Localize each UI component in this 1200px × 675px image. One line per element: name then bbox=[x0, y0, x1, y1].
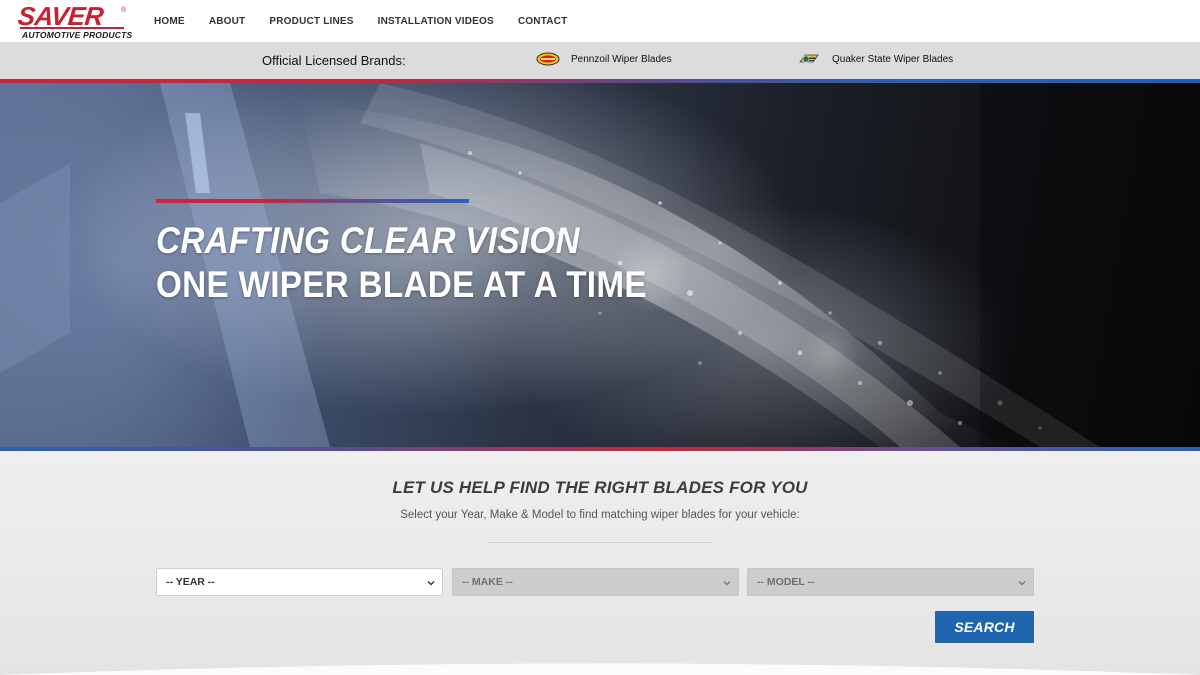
make-select[interactable]: -- MAKE -- bbox=[452, 568, 739, 596]
nav-product-lines[interactable]: PRODUCT LINES bbox=[269, 16, 353, 27]
finder-title: LET US HELP FIND THE RIGHT BLADES FOR YO… bbox=[392, 478, 808, 497]
hero-banner: CRAFTING CLEAR VISION ONE WIPER BLADE AT… bbox=[0, 83, 1200, 447]
nav-about[interactable]: ABOUT bbox=[209, 16, 246, 27]
make-select-value: -- MAKE -- bbox=[462, 576, 513, 588]
quaker-state-logo-icon bbox=[799, 54, 819, 63]
logo-swoosh bbox=[20, 27, 124, 29]
brand-label-quaker-state: Quaker State Wiper Blades bbox=[832, 53, 954, 65]
model-select[interactable]: -- MODEL -- bbox=[747, 568, 1034, 596]
year-select-value: -- YEAR -- bbox=[166, 576, 215, 588]
blade-finder-section: LET US HELP FIND THE RIGHT BLADES FOR YO… bbox=[0, 451, 1200, 675]
logo-wordmark: SAVER bbox=[16, 1, 105, 31]
brand-link-pennzoil[interactable]: Pennzoil Wiper Blades bbox=[536, 52, 672, 66]
licensed-brands-bar: Official Licensed Brands: Pennzoil Wiper… bbox=[0, 42, 1200, 79]
site-header: SAVER ® AUTOMOTIVE PRODUCTS HOME ABOUT P… bbox=[0, 0, 1200, 42]
saver-logo[interactable]: SAVER ® AUTOMOTIVE PRODUCTS bbox=[16, 1, 133, 40]
main-nav: HOME ABOUT PRODUCT LINES INSTALLATION VI… bbox=[142, 0, 579, 42]
pennzoil-logo-icon bbox=[536, 52, 560, 66]
model-select-value: -- MODEL -- bbox=[757, 576, 815, 588]
nav-home[interactable]: HOME bbox=[154, 16, 185, 27]
year-select[interactable]: -- YEAR -- bbox=[156, 568, 443, 596]
brands-title: Official Licensed Brands: bbox=[262, 53, 406, 68]
section-bottom-curve bbox=[0, 663, 1200, 675]
logo-tagline: AUTOMOTIVE PRODUCTS bbox=[22, 30, 133, 40]
chevron-down-icon bbox=[723, 581, 731, 586]
hero-headline-line2: ONE WIPER BLADE AT A TIME bbox=[156, 264, 647, 305]
hero-accent-stripe bbox=[156, 199, 469, 203]
hero-headline-line1: CRAFTING CLEAR VISION bbox=[156, 220, 580, 261]
chevron-down-icon bbox=[1018, 581, 1026, 586]
finder-subtitle: Select your Year, Make & Model to find m… bbox=[400, 509, 800, 521]
logo-registered-mark: ® bbox=[121, 7, 127, 14]
brand-link-quaker-state[interactable]: Quaker State Wiper Blades bbox=[797, 52, 953, 66]
nav-installation-videos[interactable]: INSTALLATION VIDEOS bbox=[378, 16, 494, 27]
chevron-down-icon bbox=[427, 581, 435, 586]
brand-label-pennzoil: Pennzoil Wiper Blades bbox=[571, 53, 672, 65]
finder-divider bbox=[488, 542, 713, 543]
nav-contact[interactable]: CONTACT bbox=[518, 16, 568, 27]
search-button[interactable]: SEARCH bbox=[935, 611, 1034, 643]
